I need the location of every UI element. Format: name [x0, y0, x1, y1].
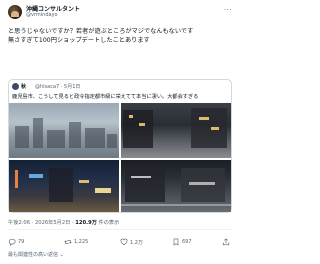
- quoted-avatar: [12, 83, 19, 90]
- author-handle[interactable]: @vrmindayo: [26, 12, 58, 18]
- like-button[interactable]: 1.2万: [120, 238, 143, 246]
- quoted-handle: @hisaca7: [35, 84, 60, 90]
- replies-sort[interactable]: 最も関連性の高い返信 ⌄: [8, 251, 64, 258]
- tweet-text-line-2: 無さすぎて100円ショップデートしたことあります: [8, 37, 150, 44]
- tweet-meta: 午後2:06 · 2026年5月2日 · 120.9万 件の表示: [8, 219, 119, 226]
- reply-icon: [8, 238, 16, 246]
- author-avatar[interactable]: [8, 5, 22, 19]
- retweet-count: 1,225: [74, 239, 89, 245]
- retweet-icon: [64, 240, 72, 244]
- bookmark-icon: [173, 238, 179, 246]
- quoted-text: 鹿児島市、こうして見ると政令指定都市級に栄えてて本当に凄い。大都会すぎる: [12, 94, 199, 100]
- more-options-icon[interactable]: ···: [224, 6, 232, 14]
- photo-city-day[interactable]: [9, 103, 119, 158]
- share-button[interactable]: [222, 238, 230, 246]
- quoted-date: 5月1日: [64, 84, 81, 90]
- photo-arcade-night[interactable]: [121, 160, 231, 212]
- reply-count: 79: [18, 239, 25, 245]
- quoted-author-meta: @hisaca7 · 5月1日: [35, 84, 81, 90]
- bookmark-count: 697: [182, 239, 192, 245]
- views-count: 120.9万: [75, 220, 97, 226]
- retweet-button[interactable]: 1,225: [64, 238, 88, 246]
- tweet-text-line-1: と思うじゃないですか？若者が遊ぶところがマジでなんもないです: [8, 28, 194, 35]
- heart-icon: [120, 238, 128, 246]
- photo-street-night[interactable]: [121, 103, 231, 158]
- chevron-down-icon: ⌄: [59, 252, 64, 258]
- tweet-timestamp[interactable]: 午後2:06 · 2026年5月2日 ·: [8, 220, 75, 226]
- replies-sort-label: 最も関連性の高い返信: [8, 252, 59, 258]
- bookmark-button[interactable]: 697: [172, 238, 192, 246]
- reply-button[interactable]: 79: [8, 238, 24, 246]
- photo-tram-night[interactable]: [9, 160, 119, 212]
- like-count: 1.2万: [130, 239, 143, 246]
- divider: [8, 229, 232, 230]
- share-icon: [222, 238, 230, 246]
- views-label: 件の表示: [96, 220, 120, 226]
- quoted-author-name: 秋: [21, 84, 27, 90]
